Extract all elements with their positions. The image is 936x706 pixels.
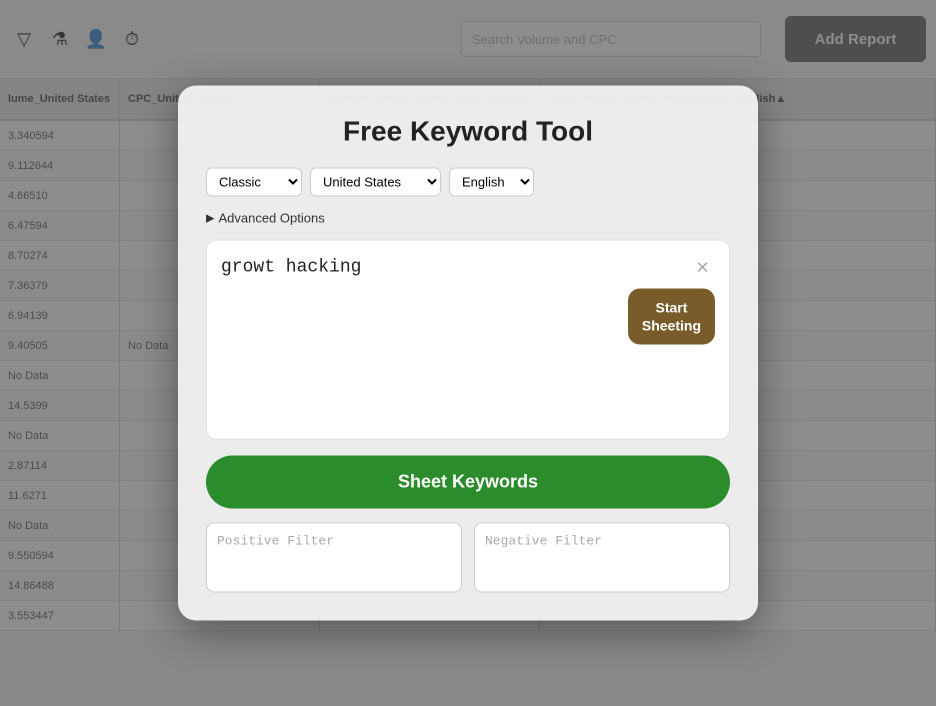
clear-keyword-button[interactable]: ×	[690, 255, 715, 281]
keyword-input-area: growt hacking × StartSheeting	[206, 240, 730, 440]
negative-filter-textarea[interactable]	[474, 523, 730, 593]
mode-select[interactable]: Classic Advanced	[206, 168, 302, 197]
sheet-keywords-button[interactable]: Sheet Keywords	[206, 456, 730, 509]
language-select[interactable]: English Spanish French	[449, 168, 534, 197]
modal-controls-row: Classic Advanced United States United Ki…	[206, 168, 730, 197]
keyword-controls: × StartSheeting	[628, 255, 715, 345]
country-select[interactable]: United States United Kingdom Canada	[310, 168, 441, 197]
filter-row	[206, 523, 730, 593]
keyword-textarea[interactable]: growt hacking	[221, 255, 618, 425]
keyword-tool-modal: Free Keyword Tool Classic Advanced Unite…	[178, 86, 758, 621]
advanced-arrow-icon: ▶	[206, 212, 214, 225]
modal-title: Free Keyword Tool	[206, 116, 730, 148]
positive-filter-textarea[interactable]	[206, 523, 462, 593]
advanced-options-label: Advanced Options	[218, 211, 324, 226]
start-sheeting-button[interactable]: StartSheeting	[628, 289, 715, 345]
advanced-options-toggle[interactable]: ▶ Advanced Options	[206, 211, 730, 226]
